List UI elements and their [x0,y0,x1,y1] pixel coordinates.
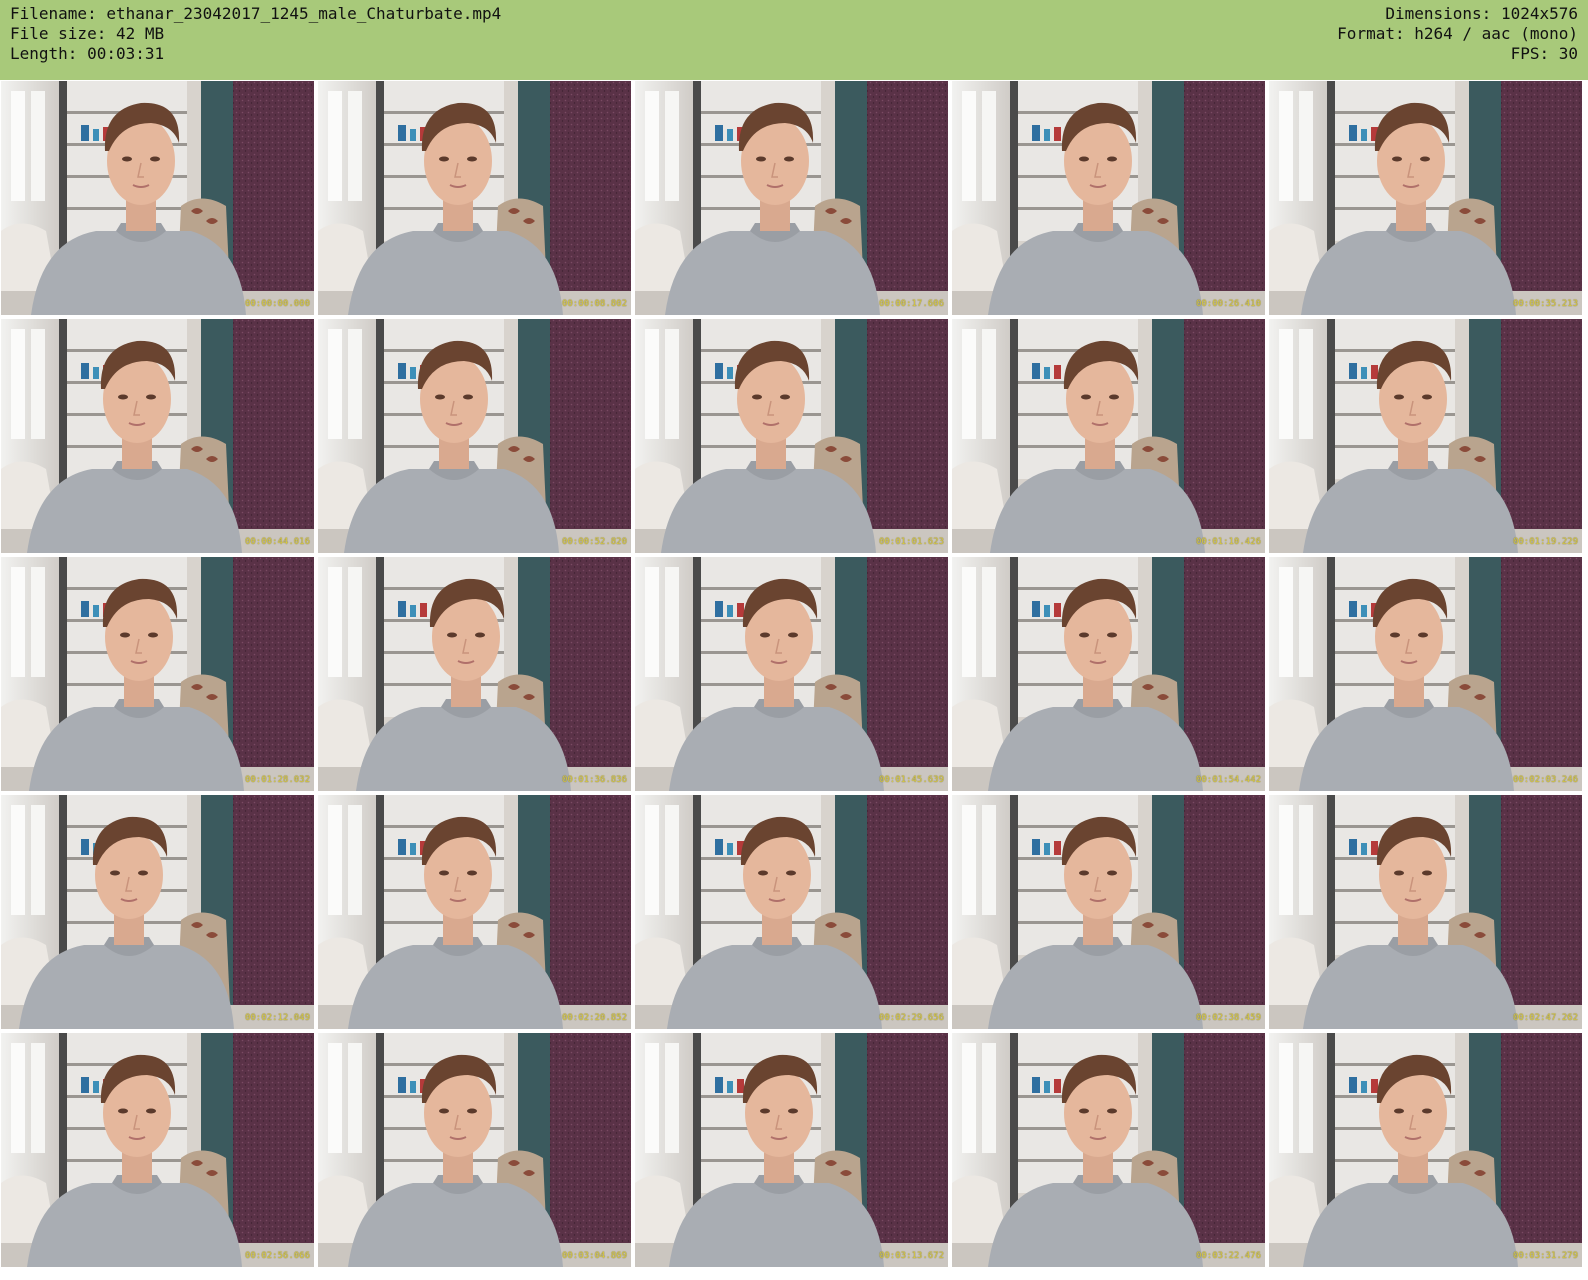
thumbnail-frame: 00:01:54.442 [952,557,1265,791]
frame-timestamp: 00:00:35.213 [1512,299,1578,309]
frame-timestamp: 00:02:29.656 [878,1013,944,1023]
video-frame-image [318,1033,631,1267]
thumbnail-grid: 00:00:00.000 00:00:08.802 00:00:17.606 0… [0,81,1588,1280]
video-frame-image [1269,81,1582,315]
thumbnail-frame: 00:02:29.656 [635,795,948,1029]
frame-timestamp: 00:00:26.410 [1195,299,1261,309]
frame-timestamp: 00:01:19.229 [1512,537,1578,547]
video-frame-image [952,557,1265,791]
frame-timestamp: 00:01:01.623 [878,537,944,547]
video-frame-image [635,81,948,315]
frame-timestamp: 00:00:17.606 [878,299,944,309]
video-frame-image [1269,557,1582,791]
video-frame-image [635,1033,948,1267]
thumbnail-frame: 00:02:47.262 [1269,795,1582,1029]
frame-timestamp: 00:03:31.279 [1512,1251,1578,1261]
frame-timestamp: 00:02:56.066 [244,1251,310,1261]
thumbnail-frame: 00:02:12.049 [1,795,314,1029]
thumbnail-frame: 00:00:00.000 [1,81,314,315]
frame-timestamp: 00:01:45.639 [878,775,944,785]
thumbnail-frame: 00:03:31.279 [1269,1033,1582,1267]
thumbnail-frame: 00:00:26.410 [952,81,1265,315]
length-text: Length: 00:03:31 [10,44,165,63]
thumbnail-frame: 00:03:13.672 [635,1033,948,1267]
video-frame-image [318,81,631,315]
video-frame-image [318,319,631,553]
video-frame-image [1269,1033,1582,1267]
thumbnail-frame: 00:00:44.016 [1,319,314,553]
thumbnail-frame: 00:03:22.476 [952,1033,1265,1267]
header-left: Filename: ethanar_23042017_1245_male_Cha… [10,4,501,64]
video-frame-image [952,795,1265,1029]
frame-timestamp: 00:03:13.672 [878,1251,944,1261]
frame-timestamp: 00:00:52.820 [561,537,627,547]
thumbnail-frame: 00:01:01.623 [635,319,948,553]
dimensions-text: Dimensions: 1024x576 [1385,4,1578,23]
thumbnail-frame: 00:01:10.426 [952,319,1265,553]
header-right: Dimensions: 1024x576 Format: h264 / aac … [1337,4,1578,64]
thumbnail-frame: 00:02:38.459 [952,795,1265,1029]
thumbnail-frame: 00:01:28.032 [1,557,314,791]
video-frame-image [1,319,314,553]
thumbnail-frame: 00:02:03.246 [1269,557,1582,791]
video-frame-image [952,319,1265,553]
video-frame-image [1,795,314,1029]
frame-timestamp: 00:02:03.246 [1512,775,1578,785]
filename-text: Filename: ethanar_23042017_1245_male_Cha… [10,4,502,23]
video-frame-image [1,81,314,315]
video-frame-image [952,81,1265,315]
video-frame-image [635,795,948,1029]
video-frame-image [1269,795,1582,1029]
video-frame-image [1,557,314,791]
frame-timestamp: 00:03:04.869 [561,1251,627,1261]
frame-timestamp: 00:01:36.836 [561,775,627,785]
frame-timestamp: 00:02:12.049 [244,1013,310,1023]
frame-timestamp: 00:02:47.262 [1512,1013,1578,1023]
thumbnail-frame: 00:01:45.639 [635,557,948,791]
video-frame-image [318,557,631,791]
frame-timestamp: 00:01:54.442 [1195,775,1261,785]
info-header: Filename: ethanar_23042017_1245_male_Cha… [0,0,1588,80]
thumbnail-frame: 00:00:08.802 [318,81,631,315]
video-frame-image [952,1033,1265,1267]
thumbnail-frame: 00:02:56.066 [1,1033,314,1267]
video-frame-image [1269,319,1582,553]
frame-timestamp: 00:02:20.852 [561,1013,627,1023]
frame-timestamp: 00:02:38.459 [1195,1013,1261,1023]
thumbnail-frame: 00:00:17.606 [635,81,948,315]
filesize-text: File size: 42 MB [10,24,165,43]
fps-text: FPS: 30 [1510,44,1578,63]
frame-timestamp: 00:01:10.426 [1195,537,1261,547]
thumbnail-frame: 00:00:35.213 [1269,81,1582,315]
video-frame-image [635,557,948,791]
thumbnail-frame: 00:03:04.869 [318,1033,631,1267]
frame-timestamp: 00:00:00.000 [244,299,310,309]
format-text: Format: h264 / aac (mono) [1337,24,1578,43]
video-frame-image [1,1033,314,1267]
frame-timestamp: 00:03:22.476 [1195,1251,1261,1261]
frame-timestamp: 00:00:44.016 [244,537,310,547]
thumbnail-frame: 00:00:52.820 [318,319,631,553]
frame-timestamp: 00:00:08.802 [561,299,627,309]
thumbnail-frame: 00:01:19.229 [1269,319,1582,553]
video-frame-image [635,319,948,553]
thumbnail-frame: 00:02:20.852 [318,795,631,1029]
video-frame-image [318,795,631,1029]
thumbnail-frame: 00:01:36.836 [318,557,631,791]
frame-timestamp: 00:01:28.032 [244,775,310,785]
